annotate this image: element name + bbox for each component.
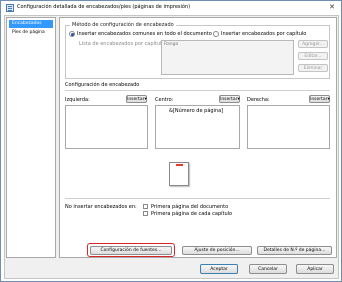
method-group: Método de configuración de encabezado In… <box>65 22 330 79</box>
insert-center-button[interactable]: Insertar▾ <box>219 95 240 103</box>
sidebar-item-pies-de-pagina[interactable]: Pies de página <box>9 29 53 37</box>
method-legend: Método de configuración de encabezado <box>70 22 176 28</box>
radio-common-headers-label: Insertar encabezados comunes en todo el … <box>77 31 212 37</box>
window-title: Configuración detallada de encabezados/p… <box>17 4 191 10</box>
insert-right-button[interactable]: Insertar▾ <box>309 95 330 103</box>
left-label: Izquierda: <box>65 97 90 103</box>
dialog-window: Configuración detallada de encabezados/p… <box>0 0 342 282</box>
chapter-list-label: Lista de encabezados por capítulo: <box>79 41 167 47</box>
add-button[interactable]: Agregar... <box>298 40 328 48</box>
range-column-header: Rango <box>164 42 179 47</box>
radio-chapter-headers-label: Insertar encabezados por capítulo <box>221 31 307 37</box>
center-header-input[interactable]: &[Número de página] <box>155 105 240 149</box>
page-preview-icon <box>169 162 189 186</box>
header-config-separator <box>65 90 330 91</box>
insert-left-label: Insertar <box>127 97 145 102</box>
insert-center-label: Insertar <box>220 97 238 102</box>
cancel-button[interactable]: Cancelar <box>249 264 287 274</box>
radio-common-headers[interactable] <box>69 31 75 37</box>
accept-button[interactable]: Aceptar <box>200 264 238 274</box>
sidebar-item-encabezados[interactable]: Encabezados <box>9 20 53 28</box>
center-label: Centro: <box>155 97 174 103</box>
no-insert-label: No insertar encabezados en: <box>65 204 137 210</box>
first-page-chapter-label: Primera página de cada capítulo <box>151 211 233 217</box>
header-config-title: Configuración de encabezado <box>65 82 140 88</box>
app-icon <box>6 4 14 12</box>
delete-button[interactable]: Eliminar <box>298 64 328 72</box>
chapter-list[interactable]: Rango <box>161 40 294 75</box>
radio-chapter-headers[interactable] <box>213 31 219 37</box>
first-page-doc-label: Primera página del documento <box>151 204 229 210</box>
close-icon[interactable]: ✕ <box>326 3 338 12</box>
position-adjust-button[interactable]: Ajuste de posición... <box>182 246 252 255</box>
center-header-value: &[Número de página] <box>169 108 224 114</box>
first-page-doc-checkbox[interactable] <box>143 204 148 209</box>
page-number-details-button[interactable]: Detalles de N.º de página... <box>257 246 332 255</box>
left-header-input[interactable] <box>65 105 148 149</box>
dialog-client: Encabezados Pies de página Método de con… <box>4 15 339 279</box>
settings-panel: Método de configuración de encabezado In… <box>59 17 337 258</box>
right-header-input[interactable] <box>247 105 330 149</box>
edit-button[interactable]: Editar... <box>298 52 328 60</box>
font-config-button[interactable]: Configuración de fuentes... <box>90 246 172 255</box>
title-bar: Configuración detallada de encabezados/p… <box>1 1 341 15</box>
no-insert-separator <box>65 198 330 199</box>
insert-right-label: Insertar <box>310 97 328 102</box>
category-list: Encabezados Pies de página <box>6 17 56 258</box>
insert-left-button[interactable]: Insertar▾ <box>126 95 147 103</box>
right-label: Derecha: <box>247 97 270 103</box>
first-page-chapter-checkbox[interactable] <box>143 211 148 216</box>
apply-button[interactable]: Aplicar <box>296 264 334 274</box>
